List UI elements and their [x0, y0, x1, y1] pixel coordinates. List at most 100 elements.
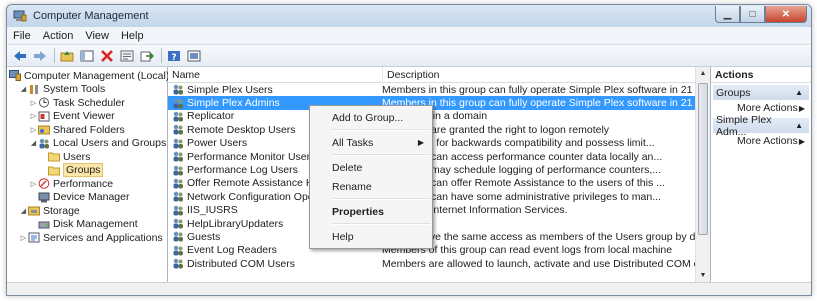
users-icon — [38, 138, 50, 149]
group-name: IIS_IUSRS — [187, 204, 238, 217]
context-menu-all-tasks[interactable]: All Tasks ▶ — [310, 133, 432, 152]
up-folder-icon[interactable] — [58, 48, 76, 64]
group-name-cell: Simple Plex Users — [168, 83, 378, 96]
tree-item-performance[interactable]: ▷ Performance — [7, 177, 167, 191]
expand-arrow-icon[interactable]: ▷ — [29, 112, 38, 120]
navigation-tree: Computer Management (Local) ◢ System Tools… — [7, 67, 169, 283]
actions-section-header[interactable]: Groups ▲ — [713, 85, 809, 100]
minimize-icon[interactable]: ▁ — [715, 6, 740, 23]
collapse-arrow-icon[interactable]: ▲ — [795, 88, 803, 97]
console-view-icon[interactable] — [185, 48, 203, 64]
menu-action[interactable]: Action — [37, 30, 80, 42]
expand-arrow-icon[interactable]: ▷ — [19, 234, 28, 242]
forward-arrow-icon[interactable] — [31, 48, 49, 64]
group-name: Network Configuration Operat — [187, 190, 326, 203]
svg-text:?: ? — [171, 53, 176, 62]
group-name: HelpLibraryUpdaters — [187, 217, 284, 230]
services-icon — [28, 232, 40, 243]
tree-item-services-and-applications[interactable]: ▷ Services and Applications — [7, 231, 167, 245]
more-actions-label: More Actions — [737, 102, 798, 114]
show-hide-tree-icon[interactable] — [78, 48, 96, 64]
vertical-scrollbar[interactable]: ▲ ▼ — [695, 67, 710, 283]
menu-file[interactable]: File — [7, 30, 37, 42]
help-icon[interactable]: ? — [165, 48, 183, 64]
collapse-arrow-icon[interactable]: ◢ — [19, 85, 28, 93]
expand-arrow-icon[interactable]: ▷ — [29, 126, 38, 134]
tree-item-label: Disk Management — [53, 218, 138, 231]
context-menu-label: Help — [332, 230, 354, 243]
scroll-down-icon[interactable]: ▼ — [696, 269, 710, 283]
clock-icon — [38, 97, 50, 108]
menu-separator — [332, 154, 430, 156]
collapse-arrow-icon[interactable]: ◢ — [29, 139, 38, 147]
actions-section-label: Groups — [716, 86, 751, 99]
tree-item-local-users-and-groups[interactable]: ◢ Local Users and Groups — [7, 137, 167, 151]
tree-item-event-viewer[interactable]: ▷ Event Viewer — [7, 110, 167, 124]
group-name: Guests — [187, 230, 221, 243]
group-description: Members in this group can fully operate … — [382, 83, 696, 96]
shared-folder-icon — [38, 124, 50, 135]
context-menu-delete[interactable]: Delete — [310, 158, 432, 177]
scroll-thumb[interactable] — [698, 83, 708, 235]
back-arrow-icon[interactable] — [11, 48, 29, 64]
toolbar-separator — [161, 48, 162, 63]
group-name: Simple Plex Admins — [187, 97, 280, 110]
tree-item-computer-management-local[interactable]: Computer Management (Local) — [7, 69, 169, 83]
group-name: Distributed COM Users — [187, 257, 295, 270]
title-bar[interactable]: Computer Management ▁ □ ✕ — [7, 5, 811, 27]
context-menu-label: Rename — [332, 180, 372, 193]
group-name: Event Log Readers — [187, 244, 277, 257]
actions-section-label: Simple Plex Adm... — [716, 113, 772, 138]
tree-item-shared-folders[interactable]: ▷ Shared Folders — [7, 123, 167, 137]
group-name: Replicator — [187, 110, 235, 123]
menu-view[interactable]: View — [79, 30, 115, 42]
column-header-name[interactable]: Name — [168, 67, 383, 82]
event-viewer-icon — [38, 111, 50, 122]
context-menu-help[interactable]: Help — [310, 227, 432, 246]
actions-pane: Actions Groups ▲ More Actions ▶ Simple Plex … — [711, 67, 811, 283]
context-menu-add-to-group[interactable]: Add to Group... — [310, 108, 432, 127]
collapse-arrow-icon[interactable]: ◢ — [19, 207, 28, 215]
close-icon[interactable]: ✕ — [765, 6, 807, 23]
menu-separator — [332, 198, 430, 200]
folder-icon — [48, 165, 60, 176]
collapse-arrow-icon[interactable]: ▲ — [795, 121, 803, 130]
more-actions-label: More Actions — [737, 135, 798, 147]
group-name-cell: Distributed COM Users — [168, 257, 378, 270]
submenu-arrow-icon: ▶ — [798, 136, 805, 146]
tree-item-task-scheduler[interactable]: ▷ Task Scheduler — [7, 96, 167, 110]
actions-section-header[interactable]: Simple Plex Adm... ▲ — [713, 114, 809, 138]
maximize-icon[interactable]: □ — [740, 6, 765, 23]
delete-icon[interactable] — [98, 48, 116, 64]
tree-item-groups[interactable]: Groups — [7, 163, 167, 178]
menu-separator — [332, 223, 430, 225]
context-menu-label: Delete — [332, 161, 363, 174]
tree-item-users[interactable]: Users — [7, 150, 167, 164]
export-icon[interactable] — [138, 48, 156, 64]
tree-item-label: Event Viewer — [53, 110, 115, 123]
folder-icon — [48, 151, 60, 162]
column-header-description[interactable]: Description — [383, 67, 710, 82]
tree-item-device-manager[interactable]: Device Manager — [7, 191, 167, 205]
properties-icon[interactable] — [118, 48, 136, 64]
submenu-arrow-icon: ▶ — [798, 103, 805, 113]
group-name: Simple Plex Users — [187, 83, 273, 96]
group-row[interactable]: Distributed COM Users Members are allowed… — [168, 257, 696, 270]
group-row[interactable]: Simple Plex Users Members in this group c… — [168, 83, 696, 96]
expand-arrow-icon[interactable]: ▷ — [29, 180, 38, 188]
group-icon — [172, 124, 184, 135]
window-controls: ▁ □ ✕ — [715, 6, 807, 23]
tools-icon — [28, 84, 40, 95]
context-menu-properties[interactable]: Properties — [310, 202, 432, 221]
menu-bar: File Action View Help — [7, 27, 811, 45]
menu-help[interactable]: Help — [115, 30, 150, 42]
context-menu-label: All Tasks — [332, 136, 374, 149]
groups-list-pane: Name Description Simple Plex Users Member… — [168, 67, 711, 283]
tree-item-system-tools[interactable]: ◢ System Tools — [7, 83, 167, 97]
context-menu-rename[interactable]: Rename — [310, 177, 432, 196]
tree-item-label: Task Scheduler — [53, 96, 125, 109]
expand-arrow-icon[interactable]: ▷ — [29, 99, 38, 107]
tree-item-storage[interactable]: ◢ Storage — [7, 204, 167, 218]
tree-item-disk-management[interactable]: Disk Management — [7, 218, 167, 232]
scroll-up-icon[interactable]: ▲ — [696, 67, 710, 81]
